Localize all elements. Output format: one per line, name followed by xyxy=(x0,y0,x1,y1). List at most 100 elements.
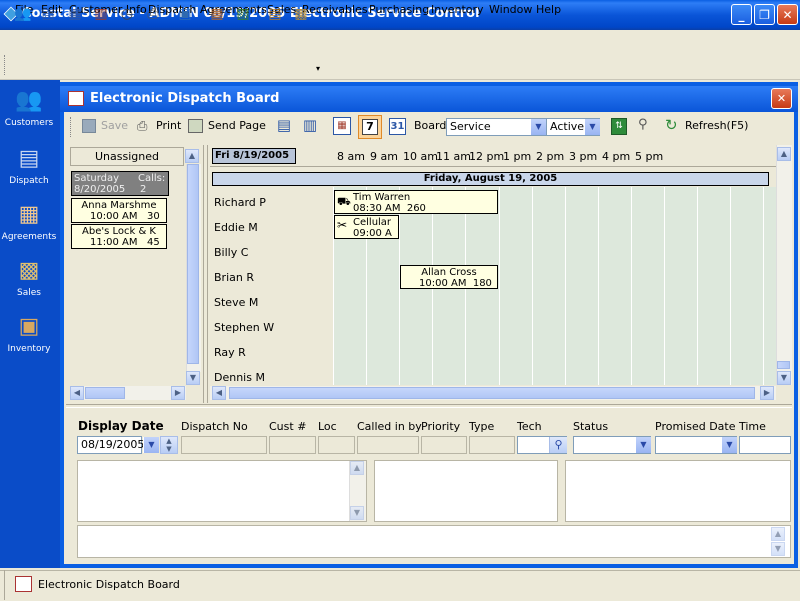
chevron-down-icon[interactable]: ▼ xyxy=(721,437,737,453)
nav-inventory[interactable]: ▣ Inventory xyxy=(0,312,58,354)
scroll-right-button[interactable]: ▶ xyxy=(171,386,185,400)
tech-row-label[interactable]: Steve M xyxy=(214,296,258,309)
date-tab[interactable]: Fri 8/19/2005 xyxy=(212,148,296,164)
tech-row-label[interactable]: Billy C xyxy=(214,246,248,259)
menu-help[interactable]: Help xyxy=(536,3,561,16)
print-button[interactable]: Print xyxy=(156,119,181,132)
menu-inventory[interactable]: Inventory xyxy=(431,3,484,16)
toolbar-grip[interactable] xyxy=(4,55,8,75)
toolbar-overflow-icon[interactable]: ▾ xyxy=(316,64,320,73)
clock-icon[interactable]: ◷ xyxy=(116,4,138,24)
chevron-down-icon[interactable]: ▼ xyxy=(635,437,651,453)
customers-icon[interactable]: 👥 xyxy=(12,4,34,24)
minimize-button[interactable]: _ xyxy=(731,4,752,25)
schedule-vscroll-thumb[interactable] xyxy=(777,361,790,369)
menu-purchasing[interactable]: Purchasing xyxy=(369,3,429,16)
filter-icon[interactable]: ⇅ xyxy=(611,118,627,135)
info-box[interactable] xyxy=(565,460,791,522)
loc-field[interactable] xyxy=(318,436,355,454)
priority-field[interactable] xyxy=(421,436,467,454)
taskbar-item[interactable]: Electronic Dispatch Board xyxy=(38,578,180,591)
tech-row-label[interactable]: Brian R xyxy=(214,271,254,284)
chevron-down-icon[interactable]: ▼ xyxy=(143,437,159,453)
scroll-left-button[interactable]: ◀ xyxy=(70,386,84,400)
scroll-up-button[interactable]: ▲ xyxy=(777,147,791,161)
calendar-icon[interactable]: ▥ xyxy=(90,4,112,24)
contact-card-icon[interactable]: ▥ xyxy=(300,116,320,136)
refresh-button[interactable]: Refresh(F5) xyxy=(685,119,748,132)
scroll-up-button[interactable]: ▲ xyxy=(771,527,785,541)
close-button[interactable]: ✕ xyxy=(777,4,798,25)
menu-window[interactable]: Window xyxy=(489,3,532,16)
tech-row-label[interactable]: Ray R xyxy=(214,346,246,359)
date-spinner[interactable]: ▲ ▼ xyxy=(160,436,178,454)
tools-icon: ✂ xyxy=(337,218,348,232)
scroll-down-button[interactable]: ▼ xyxy=(350,506,364,520)
phone-list-icon[interactable]: ▤ xyxy=(274,116,294,136)
unassigned-summary[interactable]: Saturday Calls: 8/20/2005 2 xyxy=(71,171,169,196)
chevron-down-icon[interactable]: ▼ xyxy=(584,119,600,135)
boxes-icon[interactable]: ▩ xyxy=(290,4,312,24)
tech-row-label[interactable]: Stephen W xyxy=(214,321,274,334)
date-band: Friday, August 19, 2005 xyxy=(212,172,769,186)
display-date-input[interactable]: 08/19/2005 xyxy=(77,436,145,454)
scroll-right-button[interactable]: ▶ xyxy=(760,386,774,400)
unassigned-scroll-thumb[interactable] xyxy=(187,164,199,364)
notebook-icon[interactable]: ▤ xyxy=(264,4,286,24)
unassigned-call[interactable]: Anna Marshme 10:00 AM 30 xyxy=(71,198,167,223)
appointment-block[interactable]: ✂ Cellular 09:00 A xyxy=(334,215,399,239)
book-icon[interactable]: ▣ xyxy=(174,4,196,24)
child-close-button[interactable]: ✕ xyxy=(771,88,792,109)
appointment-time: 10:00 AM xyxy=(419,278,467,289)
unassigned-call[interactable]: Abe's Lock & K 11:00 AM 45 xyxy=(71,224,167,249)
search-icon[interactable]: ⚲ xyxy=(549,437,567,453)
toolbar-grip[interactable] xyxy=(70,117,74,137)
dispatch-no-label: Dispatch No xyxy=(181,420,248,433)
dispatch-no-field[interactable] xyxy=(181,436,267,454)
call-time: 11:00 AM xyxy=(90,237,138,248)
printer-icon[interactable]: ⎙ xyxy=(142,4,164,24)
scroll-left-button[interactable]: ◀ xyxy=(212,386,226,400)
maximize-button[interactable]: ❐ xyxy=(754,4,775,25)
pane-splitter[interactable] xyxy=(203,145,208,403)
notes-box[interactable] xyxy=(77,460,367,522)
comments-box[interactable] xyxy=(77,525,791,558)
appointment-block[interactable]: ⛟ Tim Warren 08:30 AM 260 xyxy=(334,190,498,214)
chevron-down-icon[interactable]: ▼ xyxy=(530,119,546,135)
search-people-icon[interactable]: ⚲ xyxy=(638,117,648,132)
form-splitter[interactable] xyxy=(66,404,792,408)
appointment-block[interactable]: Allan Cross 10:00 AM 180 xyxy=(400,265,498,289)
details-box[interactable] xyxy=(374,460,558,522)
nav-sales[interactable]: ▩ Sales xyxy=(0,256,58,298)
nav-customers[interactable]: 👥 Customers xyxy=(0,86,58,128)
form-icon[interactable]: ▦ xyxy=(64,4,86,24)
cust-no-field[interactable] xyxy=(269,436,316,454)
save-button[interactable]: Save xyxy=(101,119,128,132)
scroll-down-button[interactable]: ▼ xyxy=(777,371,791,385)
month-view-button[interactable]: 31 xyxy=(389,118,406,135)
week-view-button[interactable]: 7 xyxy=(358,115,382,139)
scroll-up-button[interactable]: ▲ xyxy=(185,149,199,163)
display-date-value: 08/19/2005 xyxy=(81,438,145,451)
scroll-down-button[interactable]: ▼ xyxy=(186,371,200,385)
open-book-icon[interactable]: ▧ xyxy=(232,4,254,24)
type-field[interactable] xyxy=(469,436,515,454)
save-icon xyxy=(82,119,96,133)
scroll-up-button[interactable]: ▲ xyxy=(350,461,364,475)
schedule-vscroll[interactable] xyxy=(776,145,792,385)
tech-row-label[interactable]: Dennis M xyxy=(214,371,265,384)
register-icon[interactable]: ▦ xyxy=(206,4,228,24)
unassigned-hscroll-thumb[interactable] xyxy=(85,387,125,399)
tech-row-label[interactable]: Eddie M xyxy=(214,221,258,234)
nav-agreements[interactable]: ▦ Agreements xyxy=(0,200,58,242)
send-page-button[interactable]: Send Page xyxy=(208,119,266,132)
called-by-field[interactable] xyxy=(357,436,419,454)
time-field[interactable] xyxy=(739,436,791,454)
contact-card-icon[interactable]: ▤ xyxy=(37,4,59,24)
day-view-icon[interactable]: ▦ xyxy=(333,117,351,135)
scroll-down-button[interactable]: ▼ xyxy=(771,542,785,556)
summary-date: 8/20/2005 xyxy=(74,184,126,195)
schedule-hscroll-thumb[interactable] xyxy=(229,387,755,399)
nav-dispatch[interactable]: ▤ Dispatch xyxy=(0,144,58,186)
tech-row-label[interactable]: Richard P xyxy=(214,196,266,209)
